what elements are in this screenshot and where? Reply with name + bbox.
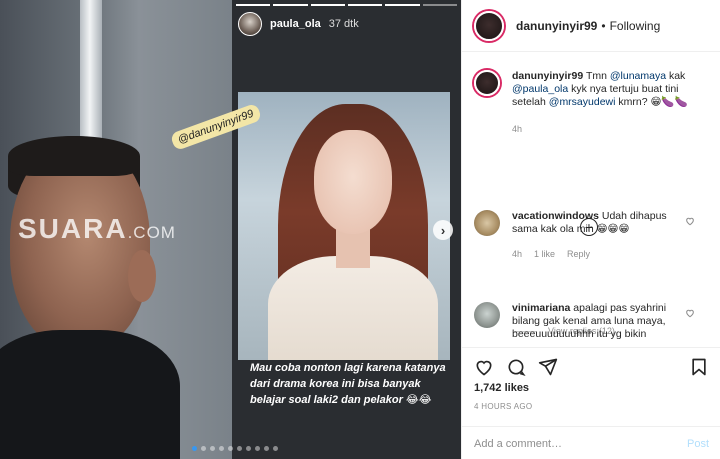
post-side-panel: danunyinyir99 • Following danunyinyir99 …: [461, 0, 720, 459]
post-time: 4 HOURS AGO: [474, 402, 533, 411]
carousel-dot: [246, 446, 251, 451]
post-actions: 1,742 likes 4 HOURS AGO Add a comment… P…: [462, 347, 720, 459]
comment-meta: 4h 1 like Reply: [512, 248, 680, 261]
carousel-dot: [228, 446, 233, 451]
woman-face: [314, 130, 392, 234]
carousel-dot: [264, 446, 269, 451]
caption-text: kmrn? 😁🍆🍆: [615, 96, 688, 108]
comment-icon[interactable]: [506, 357, 526, 377]
story-caption: Mau coba nonton lagi karena katanya dari…: [250, 362, 446, 406]
caption-row: danunyinyir99 Tmn @lunamaya kak @paula_o…: [462, 70, 714, 136]
woman-top: [268, 256, 438, 360]
comment-body: vacationwindows Udah dihapus sama kak ol…: [512, 210, 680, 261]
carousel-dot: [273, 446, 278, 451]
carousel-dots: [192, 446, 278, 451]
next-slide-button[interactable]: ›: [433, 220, 453, 240]
header-username[interactable]: danunyinyir99: [516, 19, 597, 33]
story-time: 37 dtk: [328, 18, 359, 30]
post-header: danunyinyir99 • Following: [462, 0, 720, 52]
woman-neck: [336, 228, 370, 268]
mention-link[interactable]: @lunamaya: [610, 70, 666, 82]
watermark: SUARA.COM: [18, 213, 176, 244]
story-photo: [238, 92, 450, 360]
action-icons: [474, 357, 709, 377]
carousel-dot: [192, 446, 197, 451]
caption-text: Tmn: [585, 70, 610, 82]
add-comment-bar: Add a comment… Post: [462, 426, 720, 459]
comments-section[interactable]: danunyinyir99 Tmn @lunamaya kak @paula_o…: [462, 52, 720, 347]
post-button[interactable]: Post: [687, 438, 709, 450]
caption-meta: 4h: [512, 123, 702, 136]
chevron-right-icon: ›: [440, 222, 446, 238]
caption-text: kak: [666, 70, 686, 82]
comment-item: vinimariana apalagi pas syahrini bilang …: [462, 302, 692, 341]
story-header: paula_ola 37 dtk: [238, 12, 359, 36]
bookmark-icon[interactable]: [689, 357, 709, 377]
carousel-dot: [255, 446, 260, 451]
comment-likes[interactable]: 1 like: [534, 248, 555, 261]
carousel-dot: [201, 446, 206, 451]
avatar[interactable]: [474, 10, 504, 41]
mention-link[interactable]: @paula_ola: [512, 83, 568, 95]
comment-item: vacationwindows Udah dihapus sama kak ol…: [462, 210, 692, 261]
wall-pipe: [80, 0, 102, 150]
share-icon[interactable]: [538, 357, 558, 377]
story-avatar: [238, 12, 262, 36]
carousel-dot: [237, 446, 242, 451]
man-ear: [128, 250, 156, 302]
comment-username[interactable]: vinimariana: [512, 302, 570, 314]
following-button[interactable]: Following: [610, 19, 661, 33]
comment-body: vinimariana apalagi pas syahrini bilang …: [512, 302, 680, 341]
caption-body: danunyinyir99 Tmn @lunamaya kak @paula_o…: [512, 70, 702, 136]
heart-icon[interactable]: [474, 357, 494, 377]
comment-time: 4h: [512, 249, 523, 259]
comment-like-icon[interactable]: [685, 308, 695, 321]
carousel-dot: [219, 446, 224, 451]
avatar[interactable]: [474, 210, 500, 236]
caption-username[interactable]: danunyinyir99: [512, 70, 583, 82]
likes-count[interactable]: 1,742 likes: [474, 382, 529, 394]
story-screenshot: paula_ola 37 dtk Mau coba nonton lagi ka…: [232, 0, 461, 459]
avatar[interactable]: [474, 302, 500, 328]
man-hair-top: [8, 136, 140, 176]
comment-input[interactable]: Add a comment…: [474, 438, 562, 450]
post-media[interactable]: SUARA.COM paula_ola 37 dtk Mau coba nont…: [0, 0, 461, 459]
comment-like-icon[interactable]: [685, 216, 695, 229]
story-username: paula_ola: [270, 18, 321, 30]
mention-link[interactable]: @mrsayudewi: [549, 96, 616, 108]
reply-button[interactable]: Reply: [567, 248, 590, 261]
separator: •: [601, 18, 606, 33]
carousel-dot: [210, 446, 215, 451]
story-progress: [236, 4, 457, 6]
avatar[interactable]: [474, 70, 500, 96]
man-body: [0, 330, 180, 459]
caption-time: 4h: [512, 124, 523, 134]
comment-username[interactable]: vacationwindows: [512, 210, 599, 222]
